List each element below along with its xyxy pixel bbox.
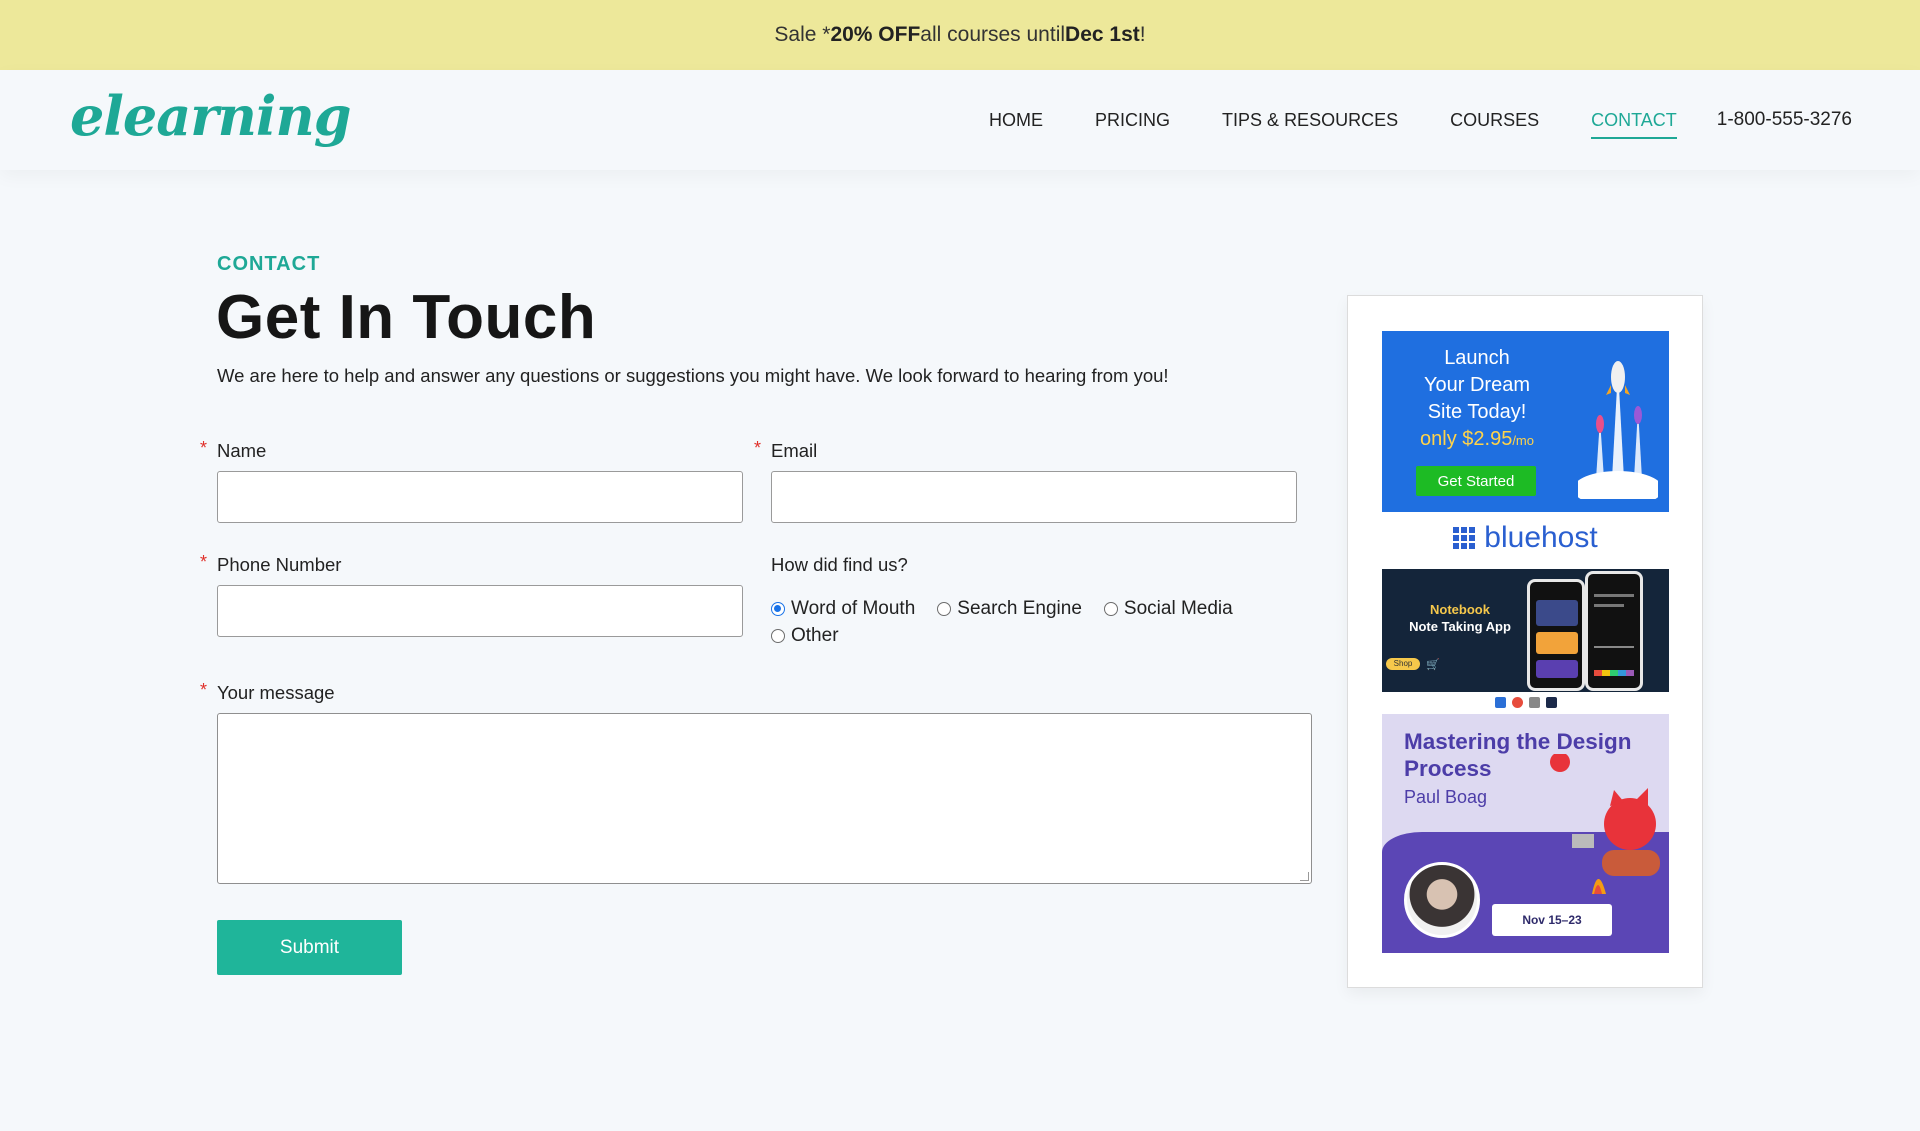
nav-courses[interactable]: COURSES: [1450, 102, 1539, 139]
phone-field[interactable]: [217, 585, 743, 637]
required-marker: *: [200, 552, 208, 572]
radio-other[interactable]: Other: [771, 625, 839, 647]
cat-mascot-icon: [1550, 754, 1660, 894]
sale-highlight: 20% OFF: [830, 23, 921, 46]
required-marker: *: [200, 438, 208, 458]
speaker-avatar: [1404, 862, 1480, 938]
message-label: * Your message: [200, 680, 335, 704]
sale-middle: all courses until: [920, 23, 1066, 46]
radio-search-engine[interactable]: Search Engine: [937, 598, 1082, 620]
radio-social-media[interactable]: Social Media: [1103, 598, 1233, 620]
app-store-icons: [1382, 692, 1669, 712]
resize-handle-icon[interactable]: [1300, 872, 1309, 881]
radio-label: Search Engine: [957, 598, 1082, 619]
nav-home[interactable]: HOME: [989, 102, 1043, 139]
phone-label: * Phone Number: [200, 552, 342, 576]
name-label-text: Name: [217, 440, 267, 461]
notebook-ad-title: Notebook Note Taking App: [1390, 601, 1530, 635]
ad3-author: Paul Boag: [1404, 787, 1488, 807]
required-marker: *: [200, 680, 208, 700]
email-label-text: Email: [771, 440, 818, 461]
phone-number[interactable]: 1-800-555-3276: [1717, 109, 1852, 131]
radio-label: Word of Mouth: [791, 598, 916, 619]
nav-pricing[interactable]: PRICING: [1095, 102, 1170, 139]
get-started-button[interactable]: Get Started: [1416, 466, 1536, 496]
radio-button[interactable]: [1103, 602, 1118, 616]
bluehost-ad[interactable]: Launch Your Dream Site Today! only $2.95…: [1382, 331, 1669, 514]
message-label-text: Your message: [217, 682, 335, 703]
phone-mockup: [1527, 579, 1585, 691]
submit-button[interactable]: Submit: [217, 920, 402, 975]
radio-label: Other: [791, 625, 839, 646]
radio-word-of-mouth[interactable]: Word of Mouth: [771, 598, 915, 620]
email-field[interactable]: [771, 471, 1297, 523]
radio-button[interactable]: [771, 629, 785, 643]
section-eyebrow: CONTACT: [217, 253, 321, 275]
notebook-ad-title-top: Notebook: [1430, 602, 1490, 617]
phone-label-text: Phone Number: [217, 554, 342, 575]
radio-button-checked[interactable]: [771, 602, 785, 616]
ad-headline-line: Launch: [1444, 347, 1510, 369]
bluehost-brand[interactable]: bluehost: [1382, 521, 1669, 555]
bluehost-grid-icon: [1453, 527, 1476, 549]
radio-button[interactable]: [937, 602, 952, 616]
intro-text: We are here to help and answer any quest…: [217, 365, 1169, 386]
find-us-label: How did find us?: [771, 554, 908, 575]
rocket-icon: [1578, 361, 1658, 499]
app-icon: [1494, 696, 1506, 708]
ad-price-unit: /mo: [1512, 433, 1534, 448]
phone-mockup: [1585, 571, 1643, 691]
site-header: elearning HOME PRICING TIPS & RESOURCES …: [0, 70, 1920, 170]
ad-price-amount: only $2.95: [1420, 428, 1513, 450]
radio-label: Social Media: [1123, 598, 1233, 619]
main-nav: HOME PRICING TIPS & RESOURCES COURSES CO…: [937, 70, 1852, 170]
nav-tips-resources[interactable]: TIPS & RESOURCES: [1222, 102, 1398, 139]
message-field[interactable]: [217, 713, 1312, 884]
ad-headline: Launch Your Dream Site Today!: [1382, 345, 1572, 426]
nav-contact[interactable]: CONTACT: [1591, 102, 1677, 139]
page-title: Get In Touch: [216, 283, 597, 352]
site-logo[interactable]: elearning: [70, 84, 351, 148]
app-icon: [1545, 696, 1557, 708]
design-process-ad[interactable]: Mastering the Design Process Paul Boag N…: [1382, 714, 1669, 953]
required-marker: *: [754, 438, 762, 458]
notebook-ad[interactable]: Notebook Note Taking App Shop 🛒: [1382, 569, 1669, 692]
notebook-ad-title-bottom: Note Taking App: [1409, 619, 1511, 634]
ad3-date: Nov 15–23: [1492, 904, 1612, 936]
sidebar-ad-box: Launch Your Dream Site Today! only $2.95…: [1347, 295, 1703, 988]
ad-price: only $2.95/mo: [1382, 428, 1572, 451]
find-us-options-row-2: Other: [771, 625, 861, 647]
ad-headline-line: Site Today!: [1427, 401, 1527, 423]
cart-icon: 🛒: [1426, 659, 1440, 671]
app-icon: [1511, 696, 1523, 708]
sale-banner: Sale * 20% OFF all courses until Dec 1st…: [0, 0, 1920, 70]
email-label: * Email: [754, 438, 818, 462]
name-label: * Name: [200, 438, 267, 462]
shop-button[interactable]: Shop: [1386, 658, 1420, 670]
app-icon: [1528, 696, 1540, 708]
sale-date: Dec 1st: [1065, 23, 1140, 46]
name-field[interactable]: [217, 471, 743, 523]
sale-prefix: Sale *: [774, 23, 831, 46]
bluehost-brand-text: bluehost: [1484, 521, 1598, 554]
find-us-options: Word of Mouth Search Engine Social Media: [771, 598, 1255, 620]
ad-headline-line: Your Dream: [1424, 374, 1530, 396]
sale-suffix: !: [1139, 23, 1146, 46]
